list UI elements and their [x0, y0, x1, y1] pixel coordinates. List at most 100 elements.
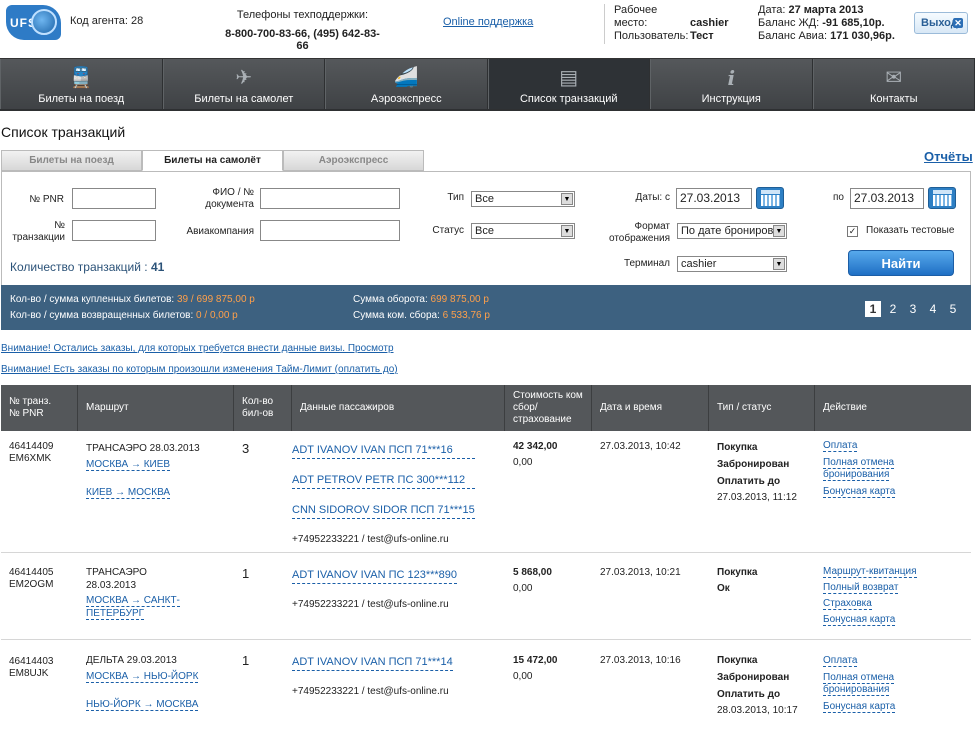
returned-value: 0 / 0,00 р [196, 310, 238, 321]
calendar-icon[interactable] [756, 187, 784, 209]
action-bonus-card[interactable]: Бонусная карта [823, 614, 896, 626]
passenger-link[interactable]: ADT IVANOV IVAN ПСП 71***14 [292, 654, 453, 671]
passenger-link[interactable]: ADT IVANOV IVAN ПСП 71***16 [292, 442, 475, 459]
action-insurance[interactable]: Страховка [823, 598, 872, 610]
nav-label: Билеты на самолет [194, 93, 294, 105]
action-pay[interactable]: Оплата [823, 440, 858, 452]
pnr-code: EM6XMK [9, 453, 52, 464]
calendar-icon[interactable] [928, 187, 956, 209]
table-row: 46414403 EM8UJK ДЕЛЬТА 29.03.2013 МОСКВА →… [1, 640, 971, 731]
show-test-checkbox[interactable]: ✓ [847, 226, 858, 237]
txn-input[interactable] [72, 220, 156, 241]
nav-label: Инструкция [701, 93, 761, 105]
date-label: Дата: [758, 4, 786, 16]
carrier: ТРАНСАЭРО 28.03.2013 [86, 443, 200, 454]
turnover-stat: Сумма оборота: 699 875,00 р [353, 293, 489, 307]
passenger-link[interactable]: CNN SIDOROV SIDOR ПСП 71***15 [292, 502, 475, 519]
format-select[interactable]: По дате брониров ▼ [677, 223, 787, 239]
action-itinerary[interactable]: Маршрут-квитанция [823, 566, 917, 578]
col-count-header: Кол-во бил-ов [234, 385, 292, 431]
fio-input[interactable] [260, 188, 400, 209]
count-value: 41 [150, 260, 165, 274]
route-cell: ТРАНСАЭРО 28.03.2013 МОСКВА → САНКТ-ПЕТЕР… [86, 566, 196, 620]
action-full-refund[interactable]: Полный возврат [823, 582, 899, 594]
mail-icon: ✉ [885, 67, 903, 89]
date-from-input[interactable]: 27.03.2013 [676, 188, 752, 209]
tab-aeroexpress[interactable]: Аэроэкспресс [283, 150, 424, 171]
workplace-label: Рабочее место: [614, 4, 658, 29]
nav-item-aeroexpress[interactable]: 🚄 Аэроэкспресс [325, 59, 488, 109]
agent-code: Код агента: 28 [70, 15, 143, 27]
airline-input[interactable] [260, 220, 400, 241]
pay-until: 28.03.2013, 10:17 [717, 705, 798, 716]
txn-type: Покупка [717, 567, 758, 578]
timelimit-warning-link[interactable]: Внимание! Есть заказы по которым произош… [1, 364, 398, 375]
find-button[interactable]: Найти [848, 250, 954, 276]
visa-warning-link[interactable]: Внимание! Остались заказы, для которых т… [1, 343, 394, 354]
page-link[interactable]: 5 [945, 301, 961, 317]
header-divider [604, 4, 605, 44]
nav-item-transactions[interactable]: ▤ Список транзакций [487, 59, 650, 109]
action-cancel-booking[interactable]: Полная отмена бронирования [823, 457, 895, 481]
txn-type: Покупка [717, 442, 758, 453]
pnr-code: EM8UJK [9, 668, 49, 679]
header-label: Дата и время [600, 402, 663, 413]
table-header: № транз. № PNR Маршрут Кол-во бил-ов Дан… [1, 385, 971, 431]
tab-train[interactable]: Билеты на поезд [1, 150, 142, 171]
terminal-select[interactable]: cashier ▼ [677, 256, 787, 272]
nav-label: Аэроэкспресс [370, 93, 442, 105]
route-link[interactable]: МОСКВА → НЬЮ-ЙОРК [86, 671, 199, 683]
page-link[interactable]: 3 [905, 301, 921, 317]
filter-panel: № PNR № транзакции ФИО / № документа Ави… [1, 171, 971, 285]
action-bonus-card[interactable]: Бонусная карта [823, 486, 896, 498]
page-link[interactable]: 4 [925, 301, 941, 317]
route-link[interactable]: МОСКВА → САНКТ-ПЕТЕРБУРГ [86, 595, 180, 620]
returned-stat: Кол-во / сумма возвращенных билетов: 0 /… [10, 309, 238, 323]
carrier: ТРАНСАЭРО 28.03.2013 [86, 567, 147, 591]
nav-item-train[interactable]: 🚆 Билеты на поезд [0, 59, 163, 109]
nav-item-contacts[interactable]: ✉ Контакты [812, 59, 975, 109]
terminal-value: cashier [681, 258, 717, 270]
header-label: № транз. № PNR [9, 396, 52, 419]
bought-value: 39 / 699 875,00 р [177, 294, 255, 305]
type-select[interactable]: Все ▼ [471, 191, 575, 207]
pax-cell: ADT IVANOV IVAN ПСП 71***16 ADT PETROV P… [292, 442, 475, 548]
chevron-down-icon: ▼ [773, 225, 785, 237]
txn-cell: 46414409 EM6XMK [9, 439, 54, 467]
reports-link[interactable]: Отчёты [924, 149, 973, 164]
action-cancel-booking[interactable]: Полная отмена бронирования [823, 672, 895, 696]
status-select[interactable]: Все ▼ [471, 223, 575, 239]
pnr-input[interactable] [72, 188, 156, 209]
route-link[interactable]: КИЕВ → МОСКВА [86, 487, 171, 499]
passenger-link[interactable]: ADT IVANOV IVAN ПС 123***890 [292, 567, 458, 584]
passenger-link[interactable]: ADT PETROV PETR ПС 300***112 [292, 472, 475, 489]
status-value: Все [475, 225, 494, 237]
date-to-input[interactable]: 27.03.2013 [850, 188, 924, 209]
nav-item-instructions[interactable]: i Инструкция [650, 59, 813, 109]
balance-rail-value: -91 685,10р. [822, 17, 885, 29]
col-action-header: Действие [815, 385, 971, 431]
fee-stat: Сумма ком. сбора: 6 533,76 р [353, 309, 490, 323]
page-link[interactable]: 2 [885, 301, 901, 317]
fio-label: ФИО / № документа [205, 187, 254, 210]
page-link[interactable]: 1 [865, 301, 881, 317]
action-cell: Маршрут-квитанция Полный возврат Страхов… [823, 566, 917, 626]
route-link[interactable]: НЬЮ-ЙОРК → МОСКВА [86, 699, 199, 711]
globe-icon [31, 9, 57, 35]
action-pay[interactable]: Оплата [823, 655, 858, 667]
status-cell: Покупка Забронирован Оплатить до 28.03.2013… [717, 653, 798, 719]
chevron-down-icon: ▼ [561, 193, 573, 205]
nav-item-plane[interactable]: ✈ Билеты на самолет [162, 59, 325, 109]
turnover-label: Сумма оборота: [353, 294, 428, 305]
cost-cell: 15 472,00 0,00 [513, 653, 558, 685]
route-link[interactable]: МОСКВА → КИЕВ [86, 459, 171, 471]
online-support-link[interactable]: Online поддержка [443, 16, 533, 28]
ufs-logo[interactable]: UFS [6, 5, 61, 40]
tab-plane[interactable]: Билеты на самолёт [142, 150, 283, 171]
exit-button[interactable]: Выход ✕ [914, 12, 968, 34]
balance-avia-value: 171 030,96р. [830, 30, 895, 42]
pay-until-label: Оплатить до [717, 689, 781, 700]
action-cell: Оплата Полная отмена бронирования Бонусн… [823, 655, 903, 713]
calendar-icon-grid [933, 195, 952, 206]
action-bonus-card[interactable]: Бонусная карта [823, 701, 896, 713]
